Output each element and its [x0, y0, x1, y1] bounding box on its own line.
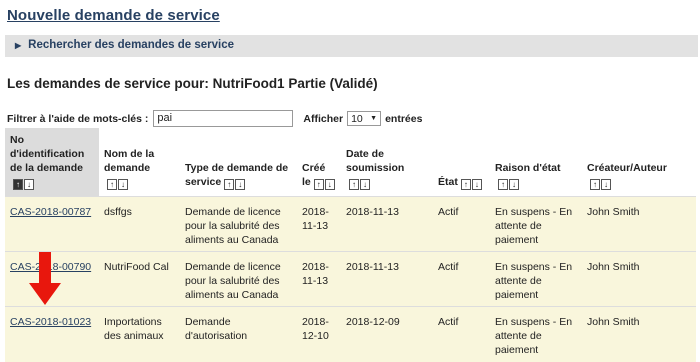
request-name: NutriFood Cal [99, 251, 180, 307]
table-row: CAS-2018-00790 NutriFood Cal Demande de … [5, 251, 696, 307]
column-header-submitted[interactable]: Date de soumission ↑ ↓ [341, 128, 433, 197]
sort-icon[interactable]: ↑ ↓ [224, 179, 246, 190]
service-requests-table: No d'identification de la demande ↑ ↓ Nom … [5, 128, 696, 362]
search-requests-label: Rechercher des demandes de service [28, 39, 234, 51]
sort-icon[interactable]: ↑ ↓ [13, 179, 35, 190]
new-service-request-link[interactable]: Nouvelle demande de service [7, 7, 220, 24]
sort-icon[interactable]: ↑ ↓ [107, 179, 129, 190]
sort-icon[interactable]: ↑ ↓ [460, 179, 483, 190]
request-name: Importations des animaux [99, 306, 180, 362]
page-size-value: 10 [351, 112, 363, 125]
request-id-link[interactable]: CAS-2018-01023 [10, 316, 91, 328]
request-type: Demande de licence pour la salubrité des… [180, 251, 297, 307]
request-name: dsffgs [99, 196, 180, 252]
submitted-date: 2018-11-13 [341, 196, 433, 252]
filter-row: Filtrer à l'aide de mots-clés : pai Affi… [7, 110, 422, 127]
page-size-select[interactable]: 10 ▼ [347, 111, 382, 126]
submitted-date: 2018-11-13 [341, 251, 433, 307]
submitted-date: 2018-12-09 [341, 306, 433, 362]
entries-label: entrées [385, 112, 423, 125]
column-header-created[interactable]: Créé le ↑ ↓ [297, 128, 341, 197]
column-header-author[interactable]: Créateur/Auteur ↑ ↓ [582, 128, 696, 197]
annotation-arrow-icon [29, 252, 61, 305]
state-reason: En suspens - En attente de paiement [490, 306, 582, 362]
author: John Smith [582, 251, 696, 307]
table-row: CAS-2018-01023 Importations des animaux … [5, 306, 696, 362]
column-header-request-type[interactable]: Type de demande de service ↑ ↓ [180, 128, 297, 197]
sort-icon[interactable]: ↑ ↓ [313, 179, 336, 190]
keyword-filter-input[interactable]: pai [153, 110, 294, 127]
section-title: Les demandes de service pour: NutriFood1… [7, 76, 378, 91]
author: John Smith [582, 196, 696, 252]
filter-label: Filtrer à l'aide de mots-clés : [7, 112, 149, 125]
state: Actif [433, 306, 490, 362]
request-type: Demande de licence pour la salubrité des… [180, 196, 297, 252]
request-type: Demande d'autorisation [180, 306, 297, 362]
search-requests-toggle[interactable]: ▶ Rechercher des demandes de service [5, 35, 698, 57]
state-reason: En suspens - En attente de paiement [490, 196, 582, 252]
author: John Smith [582, 306, 696, 362]
sort-icon[interactable]: ↑ ↓ [349, 179, 371, 190]
column-header-state-reason[interactable]: Raison d'état ↑ ↓ [490, 128, 582, 197]
show-label: Afficher [303, 112, 344, 125]
column-header-state[interactable]: État ↑ ↓ [433, 128, 490, 197]
sort-icon[interactable]: ↑ ↓ [498, 179, 520, 190]
table-row: CAS-2018-00787 dsffgs Demande de licence… [5, 196, 696, 252]
column-header-request-id[interactable]: No d'identification de la demande ↑ ↓ [5, 128, 99, 197]
sort-icon[interactable]: ↑ ↓ [590, 179, 612, 190]
state-reason: En suspens - En attente de paiement [490, 251, 582, 307]
request-id-link[interactable]: CAS-2018-00787 [10, 206, 91, 218]
created-date: 2018-12-10 [297, 306, 341, 362]
chevron-down-icon: ▼ [370, 115, 378, 122]
column-header-request-name[interactable]: Nom de la demande ↑ ↓ [99, 128, 180, 197]
state: Actif [433, 251, 490, 307]
created-date: 2018-11-13 [297, 251, 341, 307]
expand-triangle-icon: ▶ [15, 41, 22, 50]
arrow-shape [29, 252, 61, 305]
state: Actif [433, 196, 490, 252]
created-date: 2018-11-13 [297, 196, 341, 252]
